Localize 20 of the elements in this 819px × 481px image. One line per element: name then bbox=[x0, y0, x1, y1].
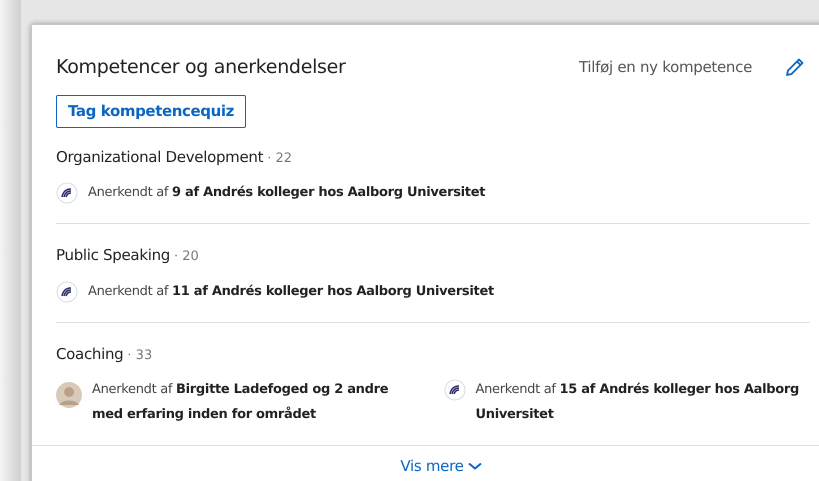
endorsement-text: Anerkendt af 15 af Andrés kolleger hos Aalborg Universitet bbox=[476, 381, 800, 424]
add-skill-link[interactable]: Tilføj en ny kompetence bbox=[579, 56, 752, 78]
university-logo-icon bbox=[444, 379, 466, 401]
section-title: Kompetencer og anerkendelser bbox=[56, 55, 346, 80]
edit-icon[interactable] bbox=[785, 57, 805, 78]
university-logo-icon bbox=[56, 280, 78, 302]
endorsement-count: · 20 bbox=[174, 248, 199, 266]
endorsement-text: Anerkendt af Birgitte Ladefoged og 2 andre med erfaring inden for området bbox=[92, 381, 390, 424]
chevron-down-icon bbox=[468, 462, 482, 470]
avatar-icon bbox=[56, 382, 82, 408]
endorsement-text: Anerkendt af 9 af Andrés kolleger hos Aalborg Universitet bbox=[88, 184, 486, 202]
skill-name[interactable]: Organizational Development bbox=[56, 146, 264, 168]
skill-name[interactable]: Public Speaking bbox=[56, 244, 170, 266]
endorsement-count: · 22 bbox=[267, 150, 292, 168]
university-logo-icon bbox=[56, 182, 78, 204]
skill-quiz-button[interactable]: Tag kompetencequiz bbox=[56, 94, 246, 128]
endorsement-text: Anerkendt af 11 af Andrés kolleger hos Aalborg Universitet bbox=[88, 282, 494, 300]
show-more-button[interactable]: Vis mere bbox=[400, 455, 482, 478]
endorsement-count: · 33 bbox=[127, 346, 152, 364]
skill-name[interactable]: Coaching bbox=[56, 342, 124, 365]
